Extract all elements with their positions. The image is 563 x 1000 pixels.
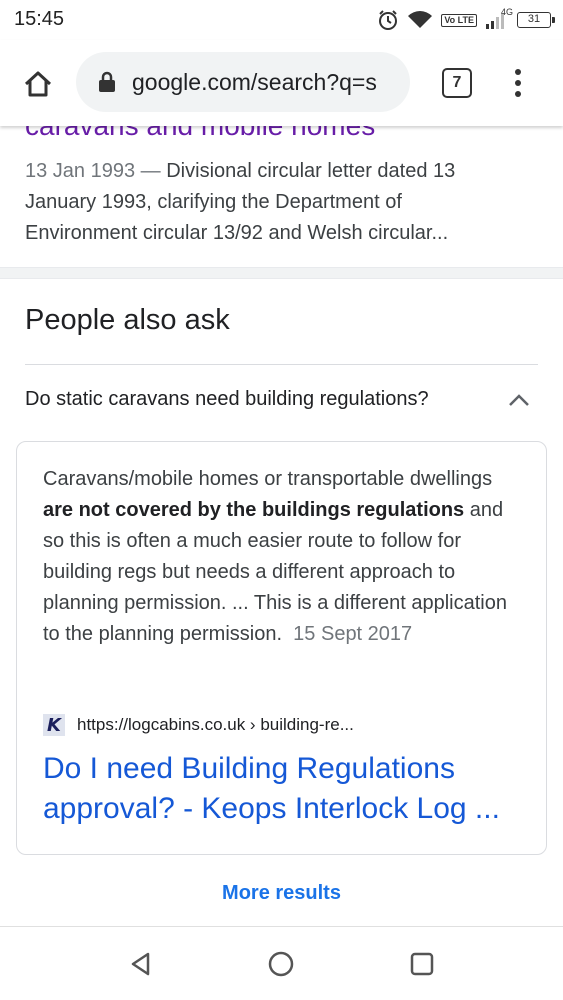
lock-icon [98,71,116,93]
menu-dot [515,69,521,75]
snippet-separator: — [135,160,167,182]
source-url: https://logcabins.co.uk › building-re... [77,715,354,734]
back-button[interactable] [126,949,156,979]
answer-card: Caravans/mobile homes or transportable d… [16,441,547,855]
tab-switcher-button[interactable]: 7 [442,68,472,98]
previous-result-title[interactable]: caravans and mobile homes [25,126,375,142]
more-results-button[interactable]: More results [0,882,563,905]
url-text: google.com/search?q=s [132,68,377,95]
divider [25,364,538,365]
section-divider [0,267,563,279]
back-triangle-icon [131,952,150,976]
home-button[interactable] [18,64,58,104]
recents-square-icon [410,952,434,976]
recents-button[interactable] [407,949,437,979]
chevron-up-icon[interactable] [506,390,532,410]
snippet-date: 13 Jan 1993 [25,160,136,182]
home-circle-icon [268,951,294,977]
battery-icon: 31 [517,12,555,28]
browser-toolbar: google.com/search?q=s 7 [0,40,563,126]
status-icons: Vo LTE 4G 31 [377,7,555,32]
home-nav-button[interactable] [266,949,296,979]
url-bar[interactable]: google.com/search?q=s [76,52,410,112]
overflow-menu-button[interactable] [505,66,531,100]
menu-dot [515,80,521,86]
status-time: 15:45 [14,8,65,30]
system-nav-bar [0,926,563,1000]
signal-icon: 4G [485,7,513,30]
search-results: caravans and mobile homes 13 Jan 1993 — … [0,126,563,926]
wifi-icon [407,10,433,30]
alarm-icon [377,9,399,31]
volte-badge: Vo LTE [441,13,477,27]
paa-question[interactable]: Do static caravans need building regulat… [25,388,429,411]
previous-result-snippet: 13 Jan 1993 — Divisional circular letter… [25,156,515,249]
answer-date: 15 Sept 2017 [293,623,413,645]
answer-bold-text: are not covered by the buildings regulat… [43,499,465,521]
site-favicon-icon: K [43,714,65,736]
answer-result-link[interactable]: Do I need Building Regulations approval?… [43,749,533,829]
home-icon [24,71,52,97]
status-bar: 15:45 Vo LTE 4G 31 [0,0,563,40]
network-type: 4G [500,7,513,17]
source-row[interactable]: K https://logcabins.co.uk › building-re.… [43,714,354,736]
answer-text: Caravans/mobile homes or transportable d… [43,464,523,650]
people-also-ask-heading: People also ask [25,304,230,336]
menu-dot [515,91,521,97]
answer-text-part: Caravans/mobile homes or transportable d… [43,468,493,490]
